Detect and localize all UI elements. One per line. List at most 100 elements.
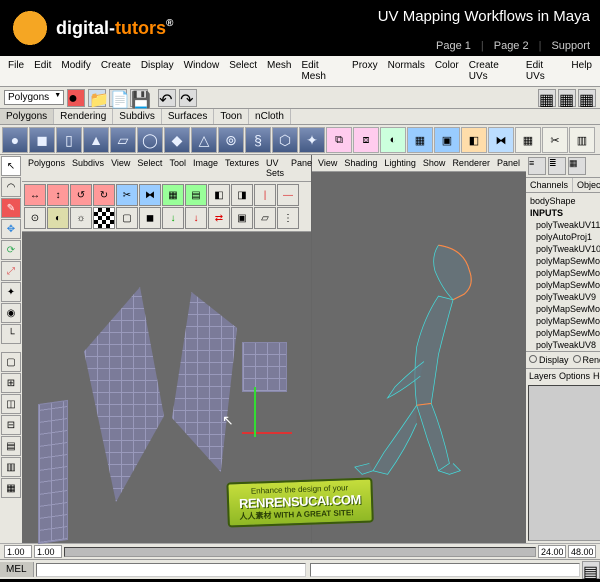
shelf-tab-subdivs[interactable]: Subdivs — [113, 109, 162, 124]
menu-createuvs[interactable]: Create UVs — [465, 58, 520, 84]
node-item[interactable]: polyTweakUV10 — [528, 243, 600, 255]
cut-uv-icon[interactable]: ✂ — [116, 184, 138, 206]
pyramid-icon[interactable]: △ — [191, 127, 217, 153]
command-input[interactable] — [36, 563, 306, 577]
rot-ccw-icon[interactable]: ↺ — [70, 184, 92, 206]
statusbar-icon[interactable]: 📄 — [109, 89, 127, 107]
torus-icon[interactable]: ◯ — [137, 127, 163, 153]
shelf-tab-surfaces[interactable]: Surfaces — [162, 109, 214, 124]
prism-icon[interactable]: ◆ — [164, 127, 190, 153]
unfold-icon[interactable]: ◧ — [208, 184, 230, 206]
vmenu-panels[interactable]: Panel — [494, 157, 523, 169]
smooth-icon[interactable]: ▦ — [407, 127, 433, 153]
chbox-icon[interactable]: ▦ — [568, 157, 586, 175]
uv-menu-tool[interactable]: Tool — [166, 157, 189, 179]
vmenu-lighting[interactable]: Lighting — [381, 157, 419, 169]
node-item[interactable]: polyMapSewMove15 — [528, 255, 600, 267]
node-item[interactable]: polyMapSewMove12 — [528, 303, 600, 315]
platonic-icon[interactable]: ✦ — [299, 127, 325, 153]
statusbar-icon[interactable]: ↷ — [179, 89, 197, 107]
align-v-icon[interactable]: ― — [277, 184, 299, 206]
statusbar-icon[interactable]: ▦ — [558, 89, 576, 107]
soccer-icon[interactable]: ⬡ — [272, 127, 298, 153]
cycle-icon[interactable]: ⇄ — [208, 207, 230, 229]
layers-menu-help[interactable]: Help — [593, 371, 600, 381]
chbox-icon[interactable]: ≡ — [528, 157, 546, 175]
isolate-icon[interactable]: ◐ — [47, 207, 69, 229]
layers-menu-options[interactable]: Options — [559, 371, 590, 381]
select-tool-icon[interactable]: ↖ — [1, 156, 21, 176]
helix-icon[interactable]: § — [245, 127, 271, 153]
four-view-icon[interactable]: ⊞ — [1, 373, 21, 393]
script-editor-icon[interactable]: ▤ — [582, 561, 600, 579]
uv-menu-subdivs[interactable]: Subdivs — [69, 157, 107, 179]
uv-menu-view[interactable]: View — [108, 157, 133, 179]
cylinder-icon[interactable]: ▯ — [56, 127, 82, 153]
rotate-tool-icon[interactable]: ⟳ — [1, 240, 21, 260]
channel-list[interactable]: bodyShape INPUTS polyTweakUV11 polyAutoP… — [526, 193, 600, 351]
menu-modify[interactable]: Modify — [57, 58, 94, 84]
nav-page2[interactable]: Page 2 — [494, 40, 529, 52]
menu-color[interactable]: Color — [431, 58, 463, 84]
dim-icon[interactable]: ☼ — [70, 207, 92, 229]
menu-edituvs[interactable]: Edit UVs — [522, 58, 566, 84]
booleans-icon[interactable]: ◐ — [380, 127, 406, 153]
single-view-icon[interactable]: ▢ — [1, 352, 21, 372]
menu-help[interactable]: Help — [567, 58, 596, 84]
node-item[interactable]: polyAutoProj1 — [528, 231, 600, 243]
mel-label[interactable]: MEL — [0, 562, 34, 577]
vmenu-renderer[interactable]: Renderer — [449, 157, 493, 169]
node-item[interactable]: polyMapSewMove13 — [528, 279, 600, 291]
script-view-icon[interactable]: ▥ — [1, 457, 21, 477]
soft-mod-icon[interactable]: ◉ — [1, 303, 21, 323]
checker-icon[interactable] — [93, 207, 115, 229]
node-item[interactable]: polyTweakUV8 — [528, 339, 600, 351]
vmenu-shading[interactable]: Shading — [341, 157, 380, 169]
flip-v-icon[interactable]: ↕ — [47, 184, 69, 206]
insert-edge-icon[interactable]: ▥ — [569, 127, 595, 153]
menu-edit[interactable]: Edit — [30, 58, 55, 84]
statusbar-icon[interactable]: ↶ — [158, 89, 176, 107]
menu-select[interactable]: Select — [225, 58, 261, 84]
node-item[interactable]: bodyShape — [528, 195, 600, 207]
layout-icon[interactable]: ▦ — [162, 184, 184, 206]
chbox-icon[interactable]: ≣ — [548, 157, 566, 175]
tab-channels[interactable]: Channels — [526, 178, 573, 192]
statusbar-icon[interactable]: ▦ — [578, 89, 596, 107]
menuset-dropdown[interactable]: Polygons — [4, 90, 64, 105]
combine-icon[interactable]: ⧉ — [326, 127, 352, 153]
pipe-icon[interactable]: ⊚ — [218, 127, 244, 153]
statusbar-icon[interactable]: ● — [67, 89, 85, 107]
menu-editmesh[interactable]: Edit Mesh — [297, 58, 346, 84]
hyper-view-icon[interactable]: ⊟ — [1, 415, 21, 435]
menu-file[interactable]: File — [4, 58, 28, 84]
bridge-icon[interactable]: ⧓ — [488, 127, 514, 153]
sphere-icon[interactable]: ● — [2, 127, 28, 153]
menu-proxy[interactable]: Proxy — [348, 58, 382, 84]
extrude-icon[interactable]: ▣ — [434, 127, 460, 153]
relax-icon[interactable]: ◨ — [231, 184, 253, 206]
uv-menu-select[interactable]: Select — [134, 157, 165, 179]
append-icon[interactable]: ▦ — [515, 127, 541, 153]
uv-menu-polygons[interactable]: Polygons — [25, 157, 68, 179]
lasso-tool-icon[interactable]: ◠ — [1, 177, 21, 197]
shelf-tab-ncloth[interactable]: nCloth — [249, 109, 291, 124]
layer-editor[interactable] — [528, 385, 600, 541]
tab-object[interactable]: Object — [573, 178, 600, 192]
vmenu-show[interactable]: Show — [420, 157, 449, 169]
range-start-field[interactable] — [34, 545, 62, 558]
menu-display[interactable]: Display — [137, 58, 178, 84]
select-vert-icon[interactable]: ⋮ — [277, 207, 299, 229]
uv-menu-uvsets[interactable]: UV Sets — [263, 157, 287, 179]
statusbar-icon[interactable]: ▦ — [538, 89, 556, 107]
statusbar-icon[interactable]: 💾 — [130, 89, 148, 107]
nav-page1[interactable]: Page 1 — [436, 40, 471, 52]
persp-outliner-icon[interactable]: ◫ — [1, 394, 21, 414]
cube-icon[interactable]: ◼ — [29, 127, 55, 153]
extract-icon[interactable]: ⧈ — [353, 127, 379, 153]
rot-cw-icon[interactable]: ↻ — [93, 184, 115, 206]
move-sew-icon[interactable]: ↓ — [162, 207, 184, 229]
bevel-icon[interactable]: ◧ — [461, 127, 487, 153]
split-icon[interactable]: ✂ — [542, 127, 568, 153]
range-end-field[interactable] — [538, 545, 566, 558]
